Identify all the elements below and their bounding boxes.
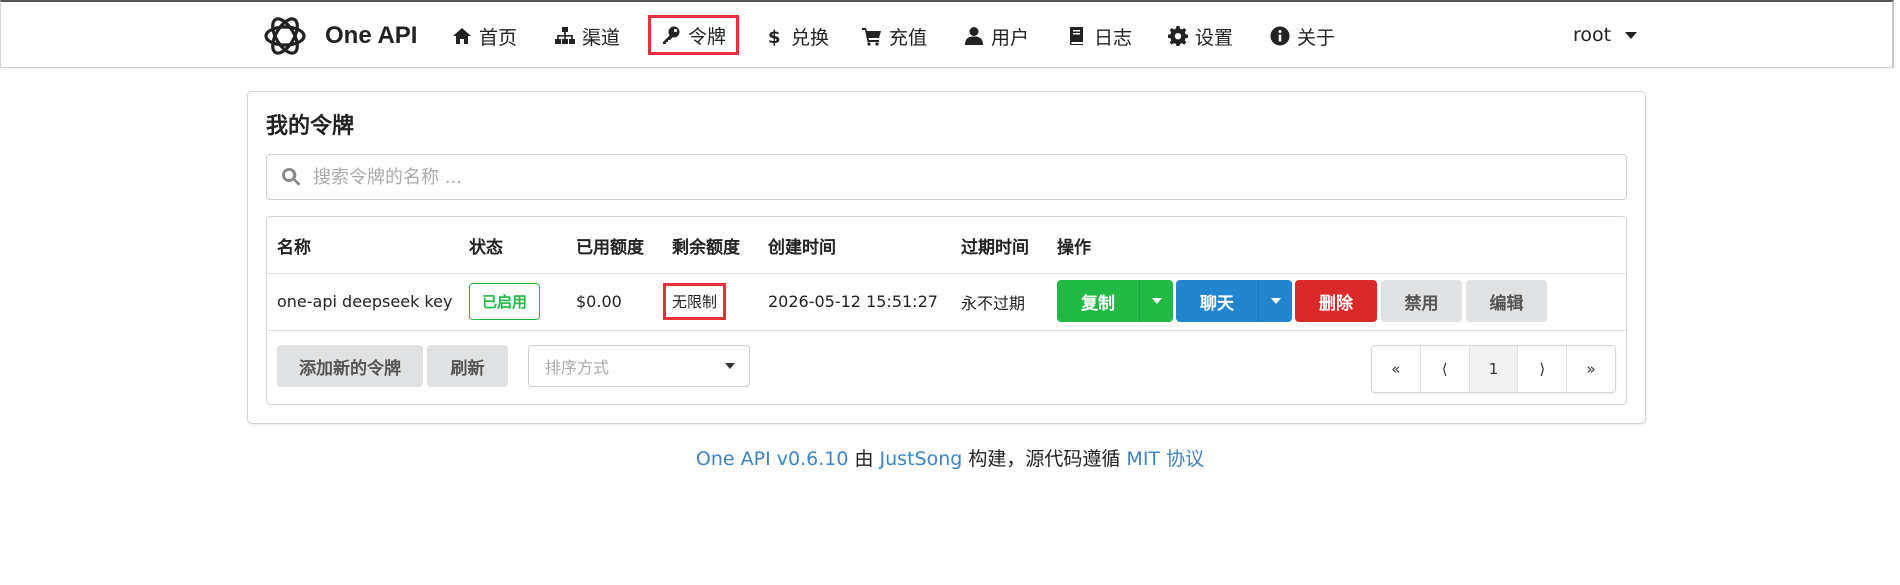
home-icon <box>453 28 471 44</box>
chevron-down-icon <box>725 363 735 369</box>
nav-item-settings[interactable]: 设置 <box>1168 16 1233 56</box>
tokens-card: 我的令牌 名称 状态 已用额度 剩余额度 创建时间 过期时间 操作 one-ap… <box>247 91 1646 424</box>
dollar-icon: $ <box>768 27 781 46</box>
user-icon <box>965 27 983 45</box>
search-input[interactable] <box>313 166 1613 188</box>
chevron-down-icon <box>1625 31 1638 39</box>
nav-label: 充值 <box>889 26 928 49</box>
openai-logo-icon <box>264 17 306 55</box>
remaining-quota-badge: 无限制 <box>663 283 727 320</box>
nav-item-about[interactable]: 关于 <box>1270 16 1335 56</box>
pagination-next[interactable]: ⟩ <box>1518 346 1568 392</box>
nav-label: 令牌 <box>688 25 727 48</box>
gear-icon <box>1168 26 1188 46</box>
nav-item-logs[interactable]: 日志 <box>1067 16 1132 56</box>
footer-author-link[interactable]: JustSong <box>880 448 963 470</box>
nav-label: 首页 <box>479 26 518 49</box>
sort-placeholder: 排序方式 <box>545 358 610 377</box>
column-header-expire-time[interactable]: 过期时间 <box>961 217 1029 273</box>
disable-button[interactable]: 禁用 <box>1381 280 1462 322</box>
nav-label: 用户 <box>991 26 1030 49</box>
column-header-actions: 操作 <box>1057 237 1091 258</box>
divider <box>267 330 1626 331</box>
status-cell: 已启用 <box>469 273 541 330</box>
brand-name: One API <box>325 22 418 49</box>
user-menu[interactable]: root <box>1573 24 1638 46</box>
column-header-status[interactable]: 状态 <box>469 217 503 273</box>
footer-license-link[interactable]: MIT 协议 <box>1126 448 1204 470</box>
remaining-cell: 无限制 <box>663 273 727 330</box>
refresh-button[interactable]: 刷新 <box>427 345 508 387</box>
sitemap-icon <box>555 27 575 44</box>
token-name: one-api deepseek key <box>277 292 453 311</box>
nav-label: 日志 <box>1094 26 1133 49</box>
column-header-used-quota[interactable]: 已用额度 <box>576 217 644 273</box>
copy-dropdown-toggle[interactable] <box>1139 280 1173 322</box>
nav-item-channels[interactable]: 渠道 <box>555 16 620 56</box>
tokens-table: 名称 状态 已用额度 剩余额度 创建时间 过期时间 操作 one-api dee… <box>266 216 1627 405</box>
search-icon <box>282 167 301 186</box>
key-icon <box>663 26 680 44</box>
book-icon <box>1069 27 1083 45</box>
column-header-created-time[interactable]: 创建时间 <box>768 217 836 273</box>
svg-text:$: $ <box>768 27 781 46</box>
chat-label: 聊天 <box>1200 293 1234 314</box>
delete-button[interactable]: 删除 <box>1295 280 1377 322</box>
brand[interactable]: One API <box>261 12 417 60</box>
nav-label: 关于 <box>1297 26 1336 49</box>
page-title: 我的令牌 <box>266 114 355 139</box>
nav-label: 渠道 <box>582 26 621 49</box>
nav-label: 设置 <box>1195 26 1234 49</box>
edit-button[interactable]: 编辑 <box>1466 280 1547 322</box>
chat-dropdown-toggle[interactable] <box>1258 280 1292 322</box>
nav-item-topup[interactable]: 充值 <box>862 16 927 56</box>
caret-down-icon <box>1270 298 1281 304</box>
used-quota: $0.00 <box>576 292 622 311</box>
caret-down-icon <box>1151 298 1162 304</box>
username: root <box>1573 24 1612 46</box>
status-badge: 已启用 <box>469 283 541 320</box>
expire-time: 永不过期 <box>961 293 1026 313</box>
nav-label: 兑换 <box>791 26 830 49</box>
nav-item-redeem[interactable]: $ 兑换 <box>764 16 829 56</box>
footer: One API v0.6.10 由 JustSong 构建，源代码遵循 MIT … <box>0 444 1900 471</box>
footer-text: 构建，源代码遵循 <box>962 448 1127 470</box>
pagination-page-1[interactable]: 1 <box>1469 346 1519 392</box>
cart-icon <box>862 28 881 46</box>
copy-label: 复制 <box>1081 293 1115 314</box>
chat-button[interactable]: 聊天 <box>1176 280 1292 322</box>
copy-button[interactable]: 复制 <box>1057 280 1173 322</box>
column-header-remaining-quota[interactable]: 剩余额度 <box>672 217 740 273</box>
search-box[interactable] <box>266 154 1627 200</box>
pagination-last[interactable]: » <box>1567 346 1615 392</box>
add-token-button[interactable]: 添加新的令牌 <box>277 345 423 387</box>
pagination: « ⟨ 1 ⟩ » <box>1371 345 1616 393</box>
created-time: 2026-05-12 15:51:27 <box>768 292 938 311</box>
info-icon <box>1270 26 1290 46</box>
pagination-prev[interactable]: ⟨ <box>1421 346 1470 392</box>
pagination-first[interactable]: « <box>1372 346 1421 392</box>
nav-item-users[interactable]: 用户 <box>964 16 1029 56</box>
sort-select[interactable]: 排序方式 <box>528 345 750 387</box>
footer-text: 由 <box>848 448 880 470</box>
nav-item-tokens[interactable]: 令牌 <box>648 15 740 55</box>
column-header-name[interactable]: 名称 <box>277 217 311 273</box>
footer-app-link[interactable]: One API v0.6.10 <box>696 448 849 470</box>
top-navbar: One API 首页 渠道 令牌 $ 兑换 充值 用户 日志 设置 关于 roo… <box>0 0 1894 68</box>
nav-item-home[interactable]: 首页 <box>452 16 517 56</box>
